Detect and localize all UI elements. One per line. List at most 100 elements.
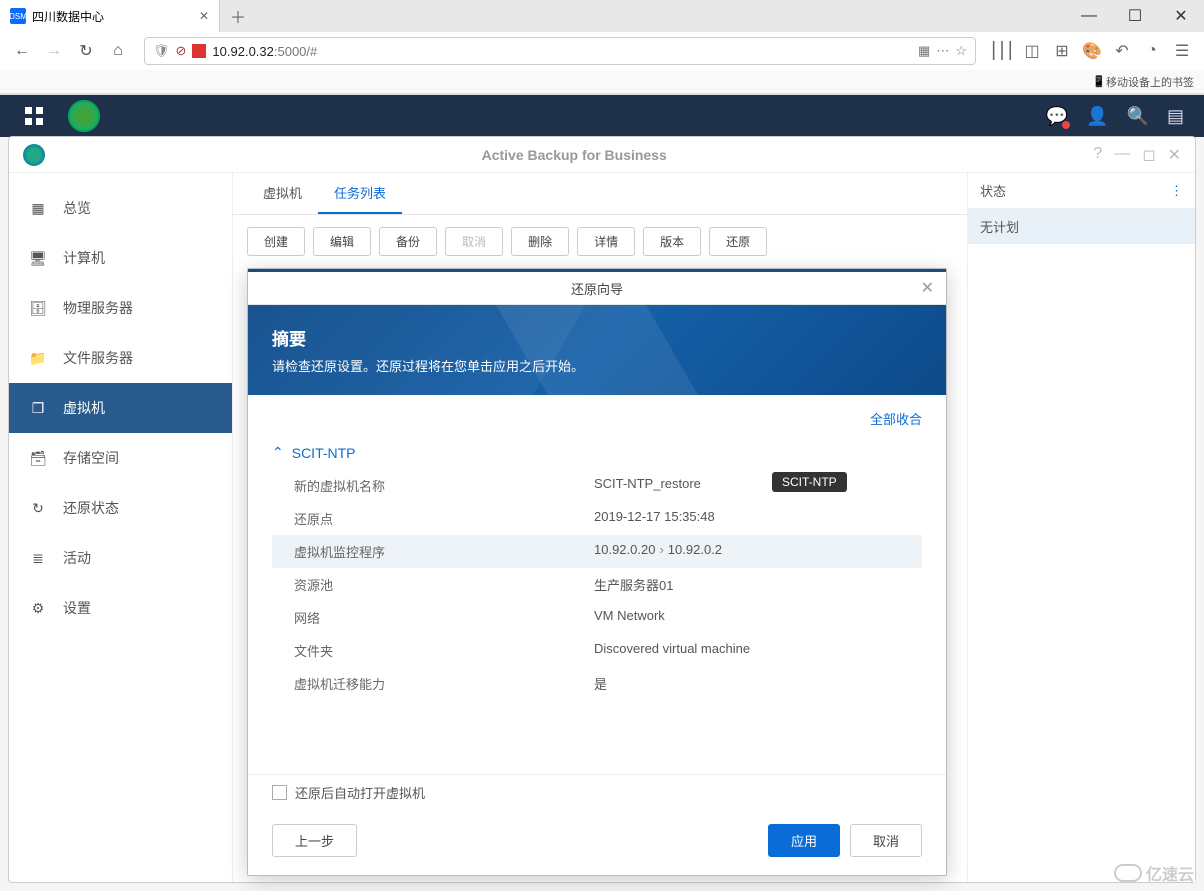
sidebar-icon[interactable]: ◫ <box>1018 37 1046 65</box>
section-header[interactable]: ⌃ SCIT-NTP <box>272 436 922 469</box>
new-tab-button[interactable]: ＋ <box>220 4 256 28</box>
sidebar-icon-5: 🗃 <box>27 447 49 469</box>
sidebar-item-8[interactable]: ⚙ 设置 <box>9 583 232 633</box>
create-button[interactable]: 创建 <box>247 227 305 256</box>
edit-button[interactable]: 编辑 <box>313 227 371 256</box>
detail-label: 新的虚拟机名称 <box>294 476 594 495</box>
window-maximize-icon[interactable]: ☐ <box>1112 0 1158 32</box>
sidebar-label: 虚拟机 <box>63 398 105 418</box>
mobile-bookmark-icon[interactable]: 📱 <box>1092 75 1106 88</box>
detail-value: SCIT-NTP_restoreSCIT-NTP <box>594 476 900 495</box>
window-close-icon[interactable]: ✕ <box>1158 0 1204 32</box>
widgets-icon[interactable]: ▤ <box>1167 106 1184 127</box>
more-icon[interactable]: ⋯ <box>936 43 949 59</box>
version-button[interactable]: 版本 <box>643 227 701 256</box>
sidebar-label: 文件服务器 <box>63 348 133 368</box>
detail-value: VM Network <box>594 608 900 627</box>
tab-close-icon[interactable]: ✕ <box>199 9 209 23</box>
sidebar-label: 计算机 <box>63 248 105 268</box>
sidebar-item-2[interactable]: 🗄 物理服务器 <box>9 283 232 333</box>
modal-cancel-button[interactable]: 取消 <box>850 824 922 857</box>
detail-label: 资源池 <box>294 575 594 594</box>
sidebar-item-5[interactable]: 🗃存储空间 <box>9 433 232 483</box>
detail-row-1: 还原点2019-12-17 15:35:48 <box>272 502 922 535</box>
window-minimize-icon[interactable]: — <box>1066 0 1112 32</box>
detail-row-5: 文件夹Discovered virtual machine <box>272 634 922 667</box>
detail-row-4: 网络VM Network <box>272 601 922 634</box>
banner-title: 摘要 <box>272 325 922 350</box>
tooltip: SCIT-NTP <box>772 472 847 492</box>
back-button[interactable]: 上一步 <box>272 824 357 857</box>
palette-icon[interactable]: 🎨 <box>1078 37 1106 65</box>
sidebar-item-6[interactable]: ↻还原状态 <box>9 483 232 533</box>
extension-badge-icon <box>192 44 206 58</box>
detail-label: 网络 <box>294 608 594 627</box>
sidebar-icon-8: ⚙ <box>27 597 49 619</box>
apply-button[interactable]: 应用 <box>768 824 840 857</box>
sidebar-label: 活动 <box>63 548 91 568</box>
nav-back-icon[interactable]: ← <box>8 37 36 65</box>
nav-reload-icon[interactable]: ↻ <box>72 37 100 65</box>
library-icon[interactable]: ⎮⎮⎮ <box>988 37 1016 65</box>
app-maximize-icon[interactable]: ◻ <box>1142 145 1155 165</box>
sidebar-item-1[interactable]: 🖥计算机 <box>9 233 232 283</box>
modal-close-icon[interactable]: ✕ <box>921 278 934 298</box>
backup-button[interactable]: 备份 <box>379 227 437 256</box>
app-close-icon[interactable]: ✕ <box>1168 145 1181 165</box>
detail-value: 2019-12-17 15:35:48 <box>594 509 900 528</box>
tab-favicon: DSM <box>10 8 26 24</box>
app-title: Active Backup for Business <box>55 147 1093 163</box>
panel-menu-icon[interactable]: ⋮ <box>1170 183 1183 199</box>
watermark-icon <box>1114 864 1142 882</box>
content-tab-0[interactable]: 虚拟机 <box>247 173 318 214</box>
shield-icon: 🛡 <box>153 43 170 59</box>
bookmark-star-icon[interactable]: ☆ <box>955 43 967 59</box>
chat-icon[interactable]: 💬 <box>1046 106 1068 127</box>
detail-row-0: 新的虚拟机名称SCIT-NTP_restoreSCIT-NTP <box>272 469 922 502</box>
menu-icon[interactable]: ☰ <box>1168 37 1196 65</box>
app-help-icon[interactable]: ? <box>1093 145 1102 165</box>
tracking-icon: ⊘ <box>176 43 187 59</box>
app-minimize-icon[interactable]: — <box>1114 145 1130 165</box>
delete-button[interactable]: 删除 <box>511 227 569 256</box>
sidebar-label: 设置 <box>63 598 91 618</box>
detail-value: 是 <box>594 674 900 693</box>
detail-label: 文件夹 <box>294 641 594 660</box>
details-button[interactable]: 详情 <box>577 227 635 256</box>
nav-home-icon[interactable]: ⌂ <box>104 37 132 65</box>
sidebar-item-3[interactable]: 📁文件服务器 <box>9 333 232 383</box>
mobile-bookmark-label[interactable]: 移动设备上的书签 <box>1106 74 1194 90</box>
banner-subtitle: 请检查还原设置。还原过程将在您单击应用之后开始。 <box>272 356 922 375</box>
detail-row-3: 资源池生产服务器01 <box>272 568 922 601</box>
container-icon[interactable]: ⊞ <box>1048 37 1076 65</box>
account-icon[interactable]: ◔ <box>1138 37 1166 65</box>
dsm-apps-icon[interactable] <box>20 102 48 130</box>
browser-tab[interactable]: DSM 四川数据中心 ✕ <box>0 0 220 32</box>
url-bar[interactable]: 🛡 ⊘ 10.92.0.32:5000/# ▦ ⋯ ☆ <box>144 37 976 65</box>
sidebar-item-4[interactable]: ❐ 虚拟机 <box>9 383 232 433</box>
user-icon[interactable]: 👤 <box>1086 106 1108 127</box>
content-tab-1[interactable]: 任务列表 <box>318 173 402 214</box>
auto-open-checkbox[interactable]: 还原后自动打开虚拟机 <box>272 783 922 802</box>
dsm-logo-icon[interactable] <box>68 100 100 132</box>
sidebar-icon-4: ❐ <box>27 397 49 419</box>
sidebar-label: 物理服务器 <box>63 298 133 318</box>
search-icon[interactable]: 🔍 <box>1127 106 1149 127</box>
sidebar-item-7[interactable]: ≣ 活动 <box>9 533 232 583</box>
app-logo-icon <box>23 144 45 166</box>
sidebar-icon-6: ↻ <box>27 497 49 519</box>
sidebar-item-0[interactable]: ▦总览 <box>9 183 232 233</box>
status-item[interactable]: 无计划 <box>968 209 1195 244</box>
sidebar-icon-2: 🗄 <box>27 297 49 319</box>
restore-button[interactable]: 还原 <box>709 227 767 256</box>
sidebar-icon-0: ▦ <box>27 197 49 219</box>
checkbox-icon[interactable] <box>272 785 287 800</box>
undo-icon[interactable]: ↶ <box>1108 37 1136 65</box>
sidebar-icon-7: ≣ <box>27 547 49 569</box>
collapse-all-link[interactable]: 全部收合 <box>272 409 922 428</box>
qr-icon[interactable]: ▦ <box>918 43 930 59</box>
modal-title: 还原向导 <box>571 279 623 298</box>
detail-label: 还原点 <box>294 509 594 528</box>
checkbox-label: 还原后自动打开虚拟机 <box>295 783 425 802</box>
detail-value: 10.92.0.20›10.92.0.2 <box>594 542 900 561</box>
